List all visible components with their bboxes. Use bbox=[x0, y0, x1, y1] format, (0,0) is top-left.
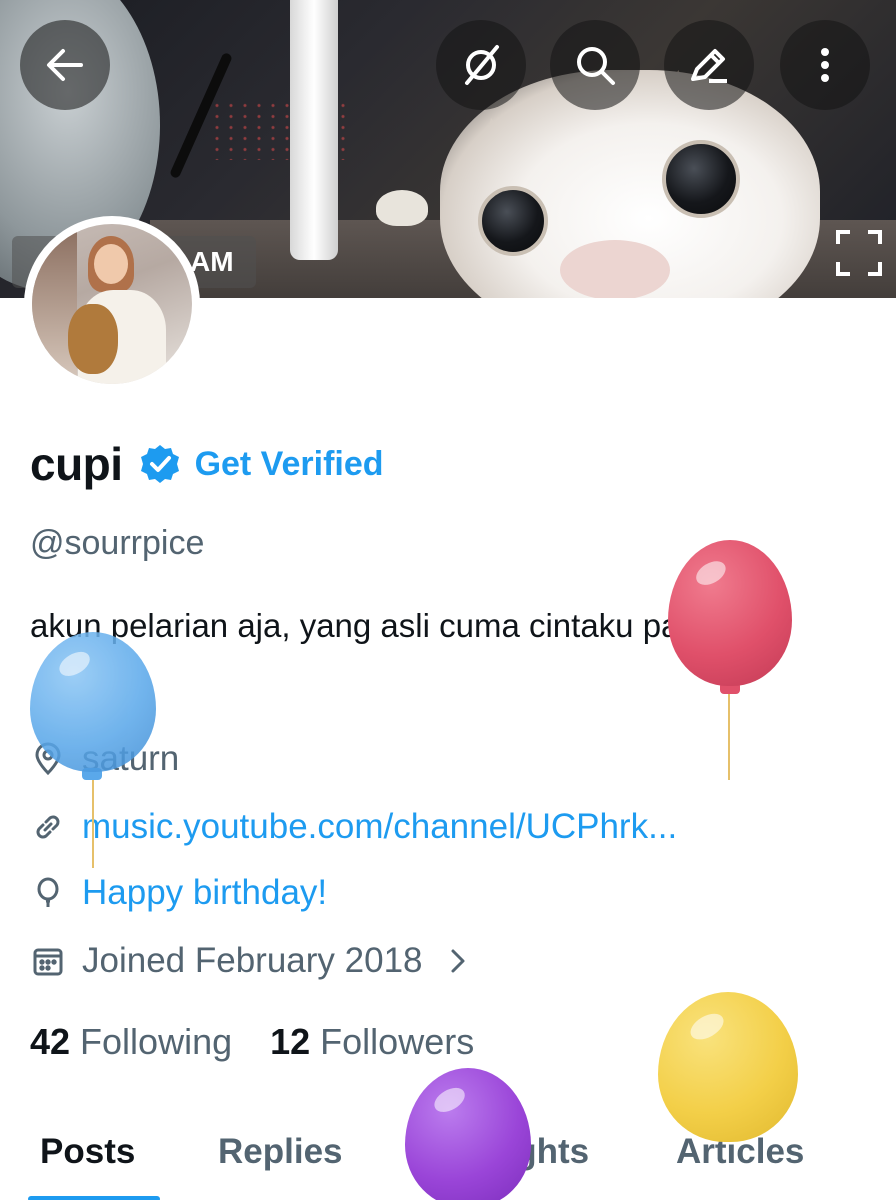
profile-handle: @sourrpice bbox=[30, 524, 205, 562]
profile-birthday: Happy birthday! bbox=[30, 868, 327, 918]
grok-icon bbox=[465, 45, 499, 85]
expand-icon[interactable] bbox=[834, 228, 884, 278]
search-button[interactable] bbox=[550, 20, 640, 110]
follow-stats: 42 Following 12 Followers bbox=[30, 1016, 512, 1068]
back-arrow-icon bbox=[47, 49, 83, 81]
tab-replies[interactable]: Replies bbox=[218, 1132, 343, 1172]
search-icon bbox=[577, 47, 615, 85]
website-link[interactable]: music.youtube.com/channel/UCPhrk... bbox=[82, 807, 677, 847]
profile-joined[interactable]: Joined February 2018 bbox=[30, 936, 471, 986]
banner-plant-pot bbox=[376, 190, 428, 226]
more-vertical-icon bbox=[821, 48, 829, 82]
yellow-balloon[interactable] bbox=[658, 992, 798, 1142]
link-icon bbox=[30, 809, 66, 845]
profile-name: cupi bbox=[30, 438, 123, 490]
name-row: cupi Get Verified bbox=[30, 436, 384, 492]
cat-eye-left bbox=[478, 186, 548, 256]
calendar-icon bbox=[30, 943, 66, 979]
balloon-icon bbox=[30, 875, 66, 911]
purple-balloon[interactable] bbox=[405, 1068, 531, 1200]
get-verified-link[interactable]: Get Verified bbox=[195, 445, 384, 484]
blue-balloon-string bbox=[92, 776, 94, 868]
avatar[interactable] bbox=[24, 216, 200, 392]
edit-pencil-icon bbox=[691, 49, 727, 83]
tab-posts[interactable]: Posts bbox=[40, 1132, 135, 1172]
avatar-head bbox=[94, 244, 128, 284]
avatar-photo bbox=[32, 224, 192, 384]
birthday-link[interactable]: Happy birthday! bbox=[82, 873, 327, 913]
cat-eye-right bbox=[662, 140, 740, 218]
following-label[interactable]: Following bbox=[80, 1021, 232, 1063]
following-count[interactable]: 42 bbox=[30, 1021, 70, 1063]
followers-label[interactable]: Followers bbox=[320, 1021, 474, 1063]
cat-nose bbox=[560, 240, 670, 298]
profile-website: music.youtube.com/channel/UCPhrk... bbox=[30, 802, 677, 852]
verified-badge-icon[interactable] bbox=[139, 443, 181, 485]
red-balloon[interactable] bbox=[668, 540, 792, 686]
red-balloon-string bbox=[728, 690, 730, 780]
avatar-teddy-bear bbox=[68, 304, 118, 374]
chevron-right-icon bbox=[451, 949, 464, 973]
more-button[interactable] bbox=[780, 20, 870, 110]
joined-text: Joined February 2018 bbox=[82, 941, 423, 980]
avatar-shelf bbox=[32, 224, 77, 384]
edit-button[interactable] bbox=[664, 20, 754, 110]
followers-count[interactable]: 12 bbox=[270, 1021, 310, 1063]
back-button[interactable] bbox=[20, 20, 110, 110]
active-tab-indicator bbox=[28, 1196, 160, 1200]
grok-button[interactable] bbox=[436, 20, 526, 110]
banner-light-post bbox=[290, 0, 338, 260]
